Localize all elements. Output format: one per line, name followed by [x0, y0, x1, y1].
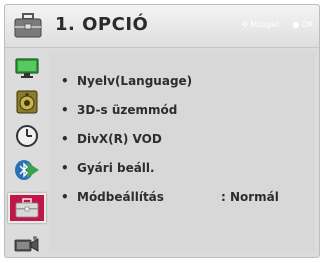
- sidebar-item-audio[interactable]: [12, 89, 42, 115]
- ok-hint-label: OK: [301, 20, 313, 29]
- move-hint-label: Mozgat.: [250, 20, 282, 29]
- category-sidebar: [8, 53, 46, 255]
- bullet-icon: •: [61, 132, 69, 146]
- bullet-icon: •: [61, 190, 69, 204]
- menu-item-divx-vod[interactable]: • DivX(R) VOD: [61, 125, 192, 154]
- sidebar-item-picture[interactable]: [12, 55, 42, 81]
- options-window: 1. OPCIÓ ✣ Mozgat. ● OK • Nyelv(Language…: [4, 4, 320, 258]
- menu-item-3d-mode[interactable]: • 3D-s üzemmód: [61, 96, 192, 125]
- bullet-icon: •: [61, 161, 69, 175]
- page-title: 1. OPCIÓ: [55, 14, 149, 35]
- bullet-icon: •: [61, 74, 69, 88]
- menu-item-factory-reset[interactable]: • Gyári beáll.: [61, 154, 192, 183]
- briefcase-icon: [14, 13, 42, 38]
- menu-item-label: Nyelv(Language): [77, 74, 193, 88]
- menu-item-label: DivX(R) VOD: [77, 132, 162, 146]
- speaker-icon: [16, 90, 38, 114]
- camera-icon: [14, 236, 39, 252]
- header-bar: 1. OPCIÓ ✣ Mozgat. ● OK: [5, 5, 319, 48]
- menu-item-mode-setting[interactable]: • Módbeállítás : Normál: [61, 183, 279, 212]
- ok-button-icon: ●: [292, 20, 300, 29]
- move-hint: ✣ Mozgat.: [242, 20, 282, 29]
- ok-hint: ● OK: [292, 20, 313, 29]
- sidebar-item-option[interactable]: [8, 193, 46, 223]
- briefcase-icon: [15, 198, 39, 218]
- mode-setting-value: : Normál: [221, 190, 279, 204]
- sidebar-item-time[interactable]: [12, 123, 42, 149]
- dpad-icon: ✣: [241, 20, 249, 29]
- option-menu-panel: • Nyelv(Language) • 3D-s üzemmód • DivX(R) …: [49, 53, 315, 253]
- sidebar-item-input[interactable]: [12, 231, 42, 257]
- bluetooth-icon: [15, 160, 39, 180]
- menu-item-language[interactable]: • Nyelv(Language): [61, 67, 192, 96]
- menu-item-label: Módbeállítás: [77, 190, 164, 204]
- option-menu-list: • Nyelv(Language) • 3D-s üzemmód • DivX(R) …: [61, 67, 279, 212]
- menu-item-label: Gyári beáll.: [77, 161, 155, 175]
- bullet-icon: •: [61, 103, 69, 117]
- monitor-icon: [15, 58, 39, 78]
- clock-icon: [16, 125, 38, 147]
- key-hints: ✣ Mozgat. ● OK: [234, 20, 313, 29]
- sidebar-item-network[interactable]: [12, 157, 42, 183]
- menu-item-label: 3D-s üzemmód: [77, 103, 178, 117]
